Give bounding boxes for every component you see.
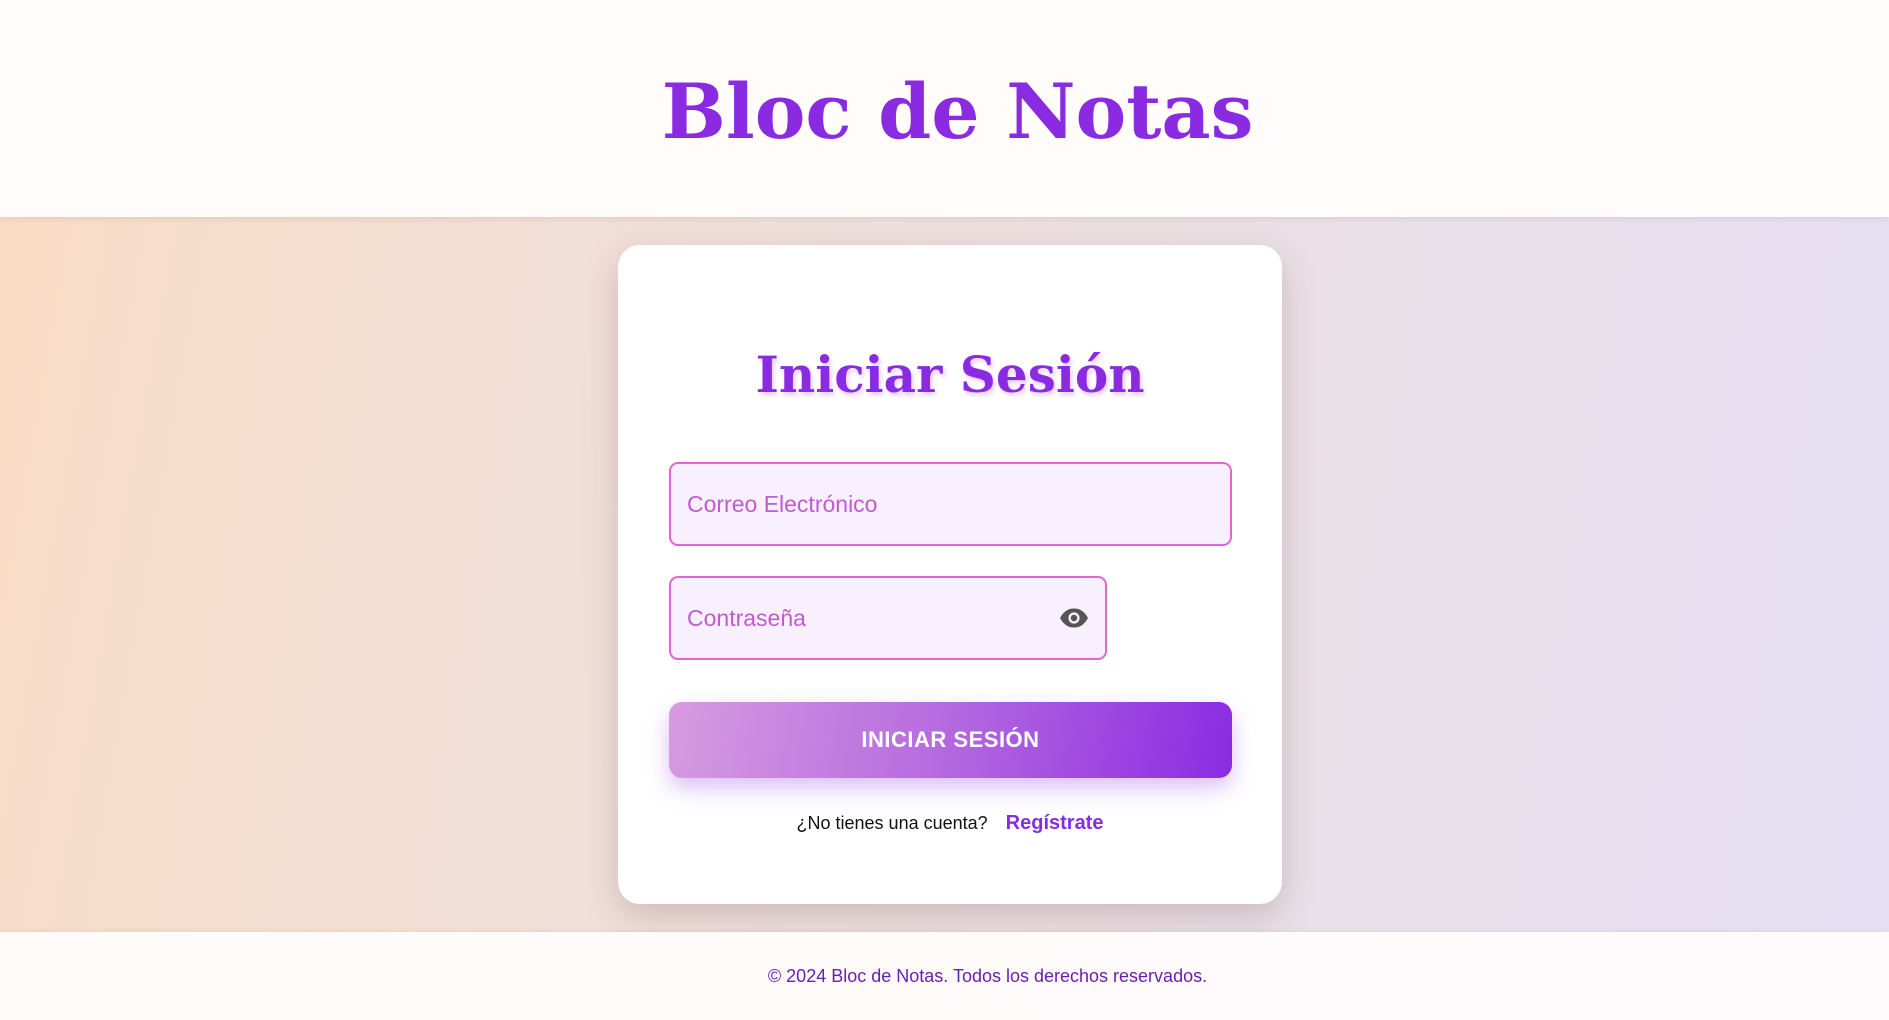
register-question: ¿No tienes una cuenta? (796, 813, 988, 833)
site-header: Bloc de Notas (0, 0, 1889, 217)
site-footer: © 2024 Bloc de Notas. Todos los derechos… (0, 932, 1889, 1020)
login-button[interactable]: INICIAR SESIÓN (669, 702, 1232, 778)
eye-icon-graphic (1060, 608, 1088, 628)
register-link[interactable]: Regístrate (1006, 812, 1104, 834)
password-input[interactable] (671, 578, 1105, 658)
site-title: Bloc de Notas (661, 67, 1254, 156)
register-prompt: ¿No tienes una cuenta? Regístrate (618, 812, 1282, 835)
login-card: Iniciar Sesión INICIAR SESIÓN ¿No tienes… (618, 245, 1282, 904)
email-input[interactable] (671, 464, 1230, 544)
login-title: Iniciar Sesión (755, 345, 1145, 404)
email-field-wrapper (669, 462, 1232, 546)
password-field-wrapper (669, 576, 1107, 660)
eye-icon[interactable] (1059, 608, 1089, 628)
footer-copyright: © 2024 Bloc de Notas. Todos los derechos… (767, 965, 1208, 986)
